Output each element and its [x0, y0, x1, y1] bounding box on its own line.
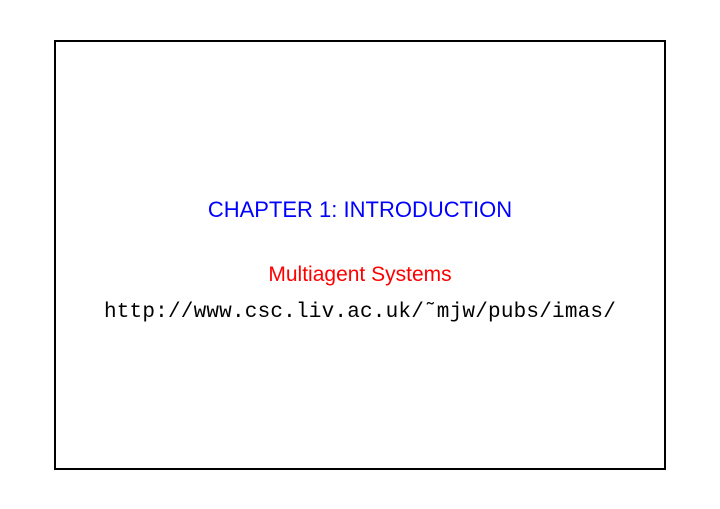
subtitle: Multiagent Systems [56, 263, 664, 287]
chapter-title: CHAPTER 1: INTRODUCTION [56, 197, 664, 223]
slide-frame: CHAPTER 1: INTRODUCTION Multiagent Syste… [54, 40, 666, 470]
url-text: http://www.csc.liv.ac.uk/˜mjw/pubs/imas/ [56, 301, 664, 324]
